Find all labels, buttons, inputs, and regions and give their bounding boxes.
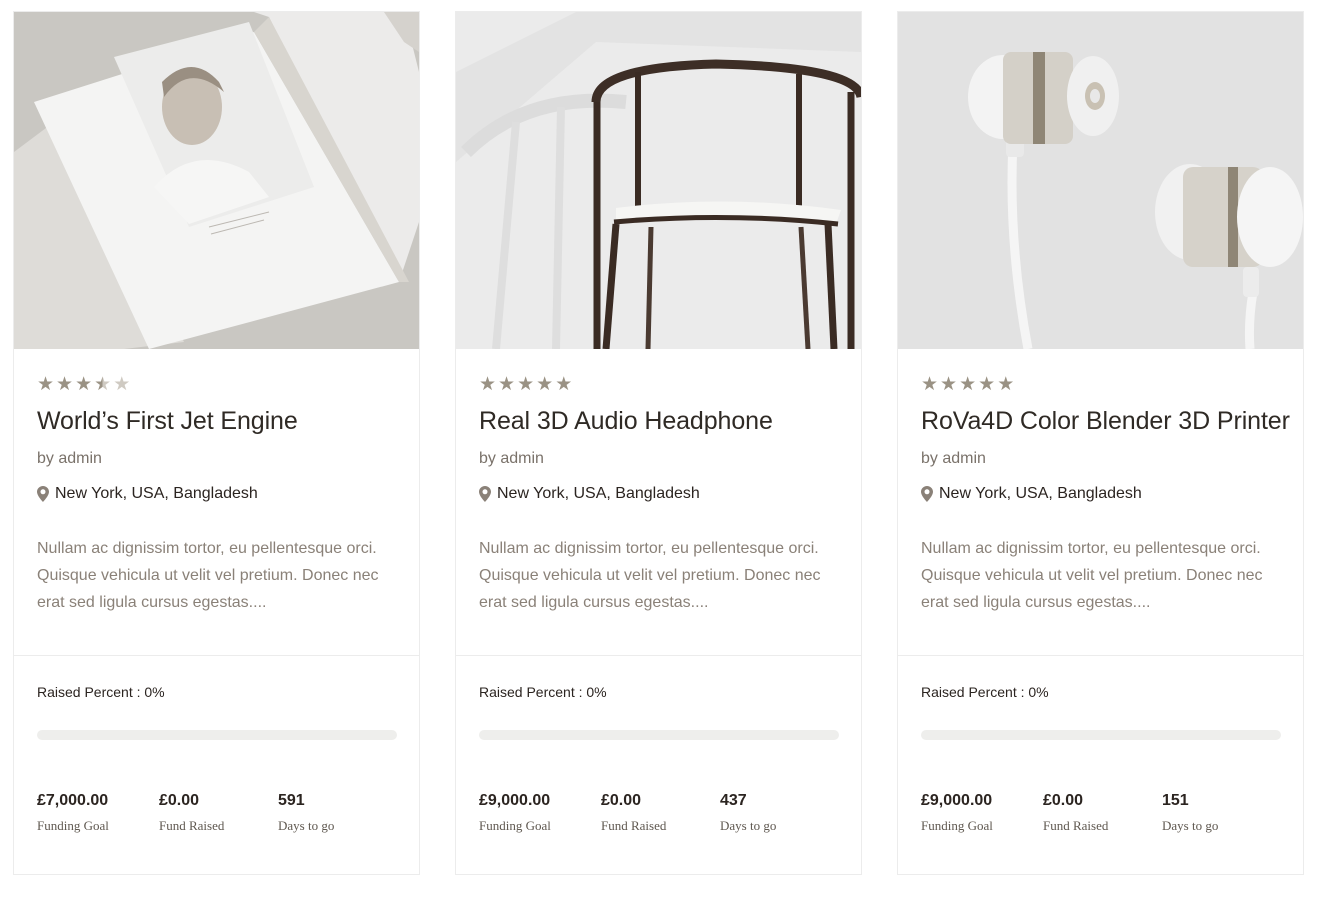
rating-stars: ★ ★ ★ ★ ★ — [479, 374, 845, 394]
funding-goal-label: Funding Goal — [921, 818, 993, 833]
funding-stats: £7,000.00 Funding Goal £0.00 Fund Raised… — [37, 791, 397, 841]
location-text: New York, USA, Bangladesh — [55, 485, 258, 502]
days-to-go-label: Days to go — [1162, 818, 1219, 833]
campaign-image-link[interactable] — [14, 12, 419, 349]
fund-raised: £0.00 Fund Raised — [1043, 791, 1108, 834]
earphones-photo — [898, 12, 1303, 349]
fund-raised: £0.00 Fund Raised — [601, 791, 666, 834]
progress-bar — [37, 730, 397, 740]
funding-goal-value: £9,000.00 — [921, 792, 993, 809]
campaign-title[interactable]: World’s First Jet Engine — [37, 406, 403, 436]
progress-bar — [479, 730, 839, 740]
fund-raised: £0.00 Fund Raised — [159, 791, 224, 834]
magazine-photo — [14, 12, 419, 349]
rating-stars: ★ ★ ★ ★ ★ — [37, 374, 403, 394]
location-text: New York, USA, Bangladesh — [939, 485, 1142, 502]
campaign-card: ★ ★ ★ ★ ★ RoVa4D Color Blender 3D Printer by… — [897, 11, 1304, 875]
fund-raised-label: Fund Raised — [1043, 818, 1109, 833]
location: New York, USA, Bangladesh — [479, 484, 845, 504]
days-to-go-value: 151 — [1162, 792, 1189, 809]
star-icon: ★ — [555, 373, 573, 395]
map-pin-icon — [37, 486, 49, 502]
divider — [898, 655, 1303, 656]
campaign-card: ★ ★ ★ ★ ★ Real 3D Audio Headphone by admin N… — [455, 11, 862, 875]
funding-goal: £7,000.00 Funding Goal — [37, 791, 109, 834]
days-to-go: 437 Days to go — [720, 791, 776, 834]
days-to-go-label: Days to go — [720, 818, 777, 833]
campaign-title[interactable]: Real 3D Audio Headphone — [479, 406, 845, 436]
campaign-card: ★ ★ ★ ★ ★ World’s First Jet Engine by admin … — [13, 11, 420, 875]
days-to-go: 151 Days to go — [1162, 791, 1218, 834]
fund-raised-label: Fund Raised — [601, 818, 667, 833]
campaign-image-link[interactable] — [456, 12, 861, 349]
days-to-go-label: Days to go — [278, 818, 335, 833]
star-icon: ★ — [978, 373, 996, 395]
days-to-go: 591 Days to go — [278, 791, 334, 834]
campaign-description: Nullam ac dignissim tortor, eu pellentes… — [37, 540, 379, 611]
campaign-title[interactable]: RoVa4D Color Blender 3D Printer — [921, 406, 1290, 436]
map-pin-icon — [921, 486, 933, 502]
star-icon: ★ — [56, 373, 74, 395]
star-icon: ★ — [75, 373, 93, 395]
star-icon: ★ — [479, 373, 497, 395]
author-link[interactable]: by admin — [37, 450, 102, 467]
author-line: by admin — [921, 449, 1287, 469]
divider — [456, 655, 861, 656]
fund-raised-label: Fund Raised — [159, 818, 225, 833]
star-icon: ★ — [498, 373, 516, 395]
location: New York, USA, Bangladesh — [37, 484, 403, 504]
star-icon: ★ — [921, 373, 939, 395]
campaign-image-link[interactable] — [898, 12, 1303, 349]
fund-raised-value: £0.00 — [159, 792, 200, 809]
funding-goal: £9,000.00 Funding Goal — [921, 791, 993, 834]
star-icon: ★ — [959, 373, 977, 395]
campaign-description: Nullam ac dignissim tortor, eu pellentes… — [479, 540, 821, 611]
location: New York, USA, Bangladesh — [921, 484, 1287, 504]
fund-raised-value: £0.00 — [1043, 792, 1084, 809]
star-icon: ★ — [940, 373, 958, 395]
funding-goal-label: Funding Goal — [479, 818, 551, 833]
funding-goal-value: £9,000.00 — [479, 792, 551, 809]
funding-stats: £9,000.00 Funding Goal £0.00 Fund Raised… — [921, 791, 1281, 841]
raised-percent: Raised Percent : 0% — [37, 684, 165, 700]
star-icon: ★ — [517, 373, 535, 395]
progress-bar — [921, 730, 1281, 740]
raised-percent: Raised Percent : 0% — [479, 684, 607, 700]
map-pin-icon — [479, 486, 491, 502]
author-line: by admin — [37, 449, 403, 469]
star-icon: ★ — [113, 373, 131, 395]
raised-percent: Raised Percent : 0% — [921, 684, 1049, 700]
star-icon: ★ — [997, 373, 1015, 395]
author-link[interactable]: by admin — [921, 450, 986, 467]
funding-stats: £9,000.00 Funding Goal £0.00 Fund Raised… — [479, 791, 839, 841]
star-icon: ★ — [536, 373, 554, 395]
funding-goal: £9,000.00 Funding Goal — [479, 791, 551, 834]
campaign-description: Nullam ac dignissim tortor, eu pellentes… — [921, 540, 1263, 611]
days-to-go-value: 437 — [720, 792, 747, 809]
author-line: by admin — [479, 449, 845, 469]
author-link[interactable]: by admin — [479, 450, 544, 467]
location-text: New York, USA, Bangladesh — [497, 485, 700, 502]
divider — [14, 655, 419, 656]
rating-stars: ★ ★ ★ ★ ★ — [921, 374, 1287, 394]
funding-goal-value: £7,000.00 — [37, 792, 109, 809]
fund-raised-value: £0.00 — [601, 792, 642, 809]
funding-goal-label: Funding Goal — [37, 818, 109, 833]
star-icon: ★ — [94, 373, 112, 395]
star-icon: ★ — [37, 373, 55, 395]
days-to-go-value: 591 — [278, 792, 305, 809]
wooden-chair-photo — [456, 12, 861, 349]
